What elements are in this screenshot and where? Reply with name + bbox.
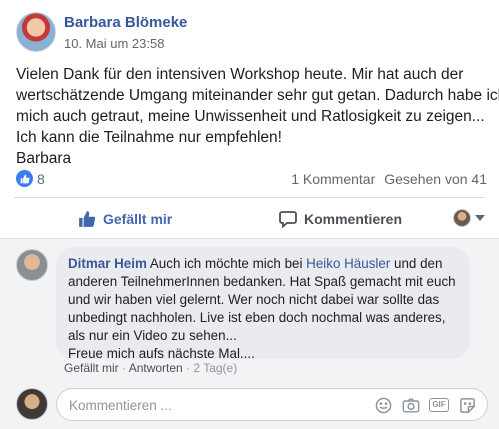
current-user-avatar [453,209,471,227]
speech-bubble-icon [279,211,297,228]
comment-composer[interactable]: GIF [56,388,488,421]
facebook-post-card: Barbara Blömeke 10. Mai um 23:58 Vielen … [0,0,499,429]
comment-age[interactable]: 2 Tag(e) [193,361,237,375]
sticker-icon[interactable] [457,395,477,415]
comment-reply-link[interactable]: Antworten [129,361,183,375]
chevron-down-icon [475,215,485,221]
like-button-label: Gefällt mir [103,211,173,227]
thumbs-up-icon [79,211,96,227]
comment-author-name[interactable]: Ditmar Heim [68,256,147,271]
post-as-selector[interactable] [453,209,485,227]
comment-input[interactable] [69,396,319,414]
post-timestamp[interactable]: 10. Mai um 23:58 [64,36,164,51]
like-count[interactable]: 8 [37,171,45,187]
gif-icon[interactable]: GIF [429,395,449,415]
post-author-name[interactable]: Barbara Blömeke [64,14,187,31]
comment-bubble: Ditmar Heim Auch ich möchte mich bei Hei… [56,247,470,361]
emoji-icon[interactable] [373,395,393,415]
comment-text-line: und wir haben viel gelernt. Wer noch nic… [68,292,440,307]
comment-count-link[interactable]: 1 Kommentar [291,171,375,187]
comment-button[interactable]: Kommentieren [279,206,402,232]
camera-icon[interactable] [401,395,421,415]
commenter-avatar[interactable] [16,249,48,281]
comment-text: und den [390,256,443,271]
post-text-line: mich auch getraut, meine Unwissenheit un… [16,108,485,125]
author-avatar[interactable] [16,12,56,52]
post-stats: 1 Kommentar Gesehen von 41 [291,171,487,187]
like-button[interactable]: Gefällt mir [78,206,172,232]
comment-actions: Gefällt mir · Antworten · 2 Tag(e) [64,361,238,375]
comment-text-line: unbedingt nachholen. Live ist eben doch … [68,310,446,325]
post-text-line: Ich kann die Teilnahme nur empfehlen! [16,129,282,146]
comment-text-line: anderen TeilnehmerInnen bedanken. Hat Sp… [68,274,456,289]
like-reaction-icon[interactable] [16,170,33,187]
comment-text: Auch ich möchte mich bei [146,256,307,271]
comment-like-link[interactable]: Gefällt mir [64,361,119,375]
post-text-line: Vielen Dank für den intensiven Workshop … [16,66,464,83]
comment-button-label: Kommentieren [304,211,403,227]
post-text: Vielen Dank für den intensiven Workshop … [16,64,499,169]
reply-user-avatar [16,388,48,420]
composer-tools: GIF [365,395,477,415]
post-text-line: wertschätzende Umgang miteinander sehr g… [16,87,499,104]
post-text-line: Barbara [16,150,72,167]
divider [14,197,485,198]
comment-text-line: als nur ein Video zu sehen... [68,328,237,343]
mention-link[interactable]: Heiko Häusler [306,256,390,271]
seen-by-count[interactable]: Gesehen von 41 [384,171,487,187]
